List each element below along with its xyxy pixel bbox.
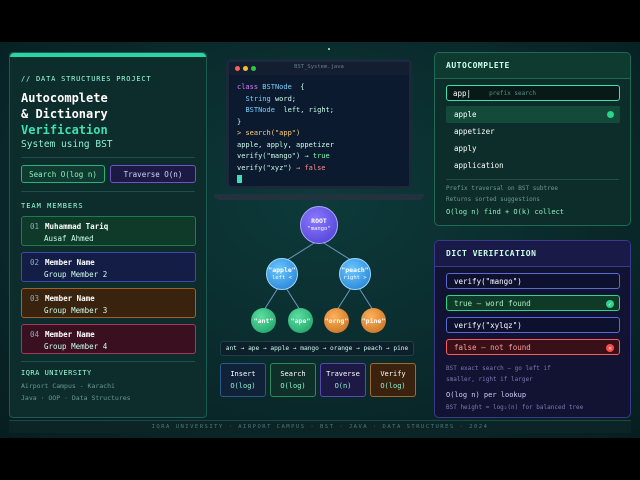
- dict-note: smaller, right if larger: [446, 376, 533, 383]
- autocomplete-heading: AUTOCOMPLETE: [435, 53, 630, 79]
- panel-accent-bar: [10, 53, 206, 57]
- member-name: Member Name: [45, 294, 95, 303]
- member-number: 03: [30, 294, 40, 303]
- code-editor-window: BST_System.java class BSTNode { String w…: [226, 59, 412, 189]
- search-complexity-chip: Search O(log n): [21, 165, 105, 183]
- suggestion-item[interactable]: apple: [446, 106, 620, 123]
- project-subtitle: System using BST: [21, 139, 113, 150]
- slide-canvas: // DATA STRUCTURES PROJECT Autocomplete …: [0, 42, 640, 438]
- verify-result-false: false — not found ✕: [446, 339, 620, 355]
- code-body: class BSTNode { String word; BSTNode lef…: [237, 82, 334, 186]
- project-kicker: // DATA STRUCTURES PROJECT: [21, 75, 152, 83]
- autocomplete-complexity: O(log n) find + O(k) collect: [446, 208, 565, 216]
- member-number: 04: [30, 330, 40, 339]
- verify-query: verify("mango"): [446, 273, 620, 289]
- bst-root-node: ROOT "mango": [300, 206, 338, 244]
- autocomplete-panel: AUTOCOMPLETE app| prefix search apple ap…: [434, 52, 631, 226]
- dict-note: BST exact search — go left if: [446, 365, 551, 372]
- editor-filename: BST_System.java: [294, 64, 344, 70]
- suggestion-list: apple appetizer apply application: [446, 106, 620, 174]
- divider: [21, 361, 195, 362]
- project-title: Autocomplete & Dictionary Verification: [21, 90, 108, 138]
- member-name: Member Name: [45, 330, 95, 339]
- autocomplete-note: Returns sorted suggestions: [446, 196, 540, 203]
- cross-icon: ✕: [606, 344, 614, 352]
- team-member-card: 01 Muhammad Tariq Ausaf Ahmed: [21, 216, 196, 246]
- title-line-3: Verification: [21, 123, 108, 137]
- verify-query: verify("xylqz"): [446, 317, 620, 333]
- member-role: Ausaf Ahmed: [44, 234, 94, 243]
- team-member-card: 03 Member Name Group Member 3: [21, 288, 196, 318]
- bst-leaf-node: "pine": [361, 308, 386, 333]
- divider: [446, 179, 619, 180]
- campus-name: Airport Campus - Karachi: [21, 382, 115, 390]
- bst-leaf-node: "orng": [324, 308, 349, 333]
- inorder-traversal: ant → ape → apple → mango → orange → pea…: [220, 341, 414, 356]
- suggestion-item[interactable]: appetizer: [446, 123, 620, 140]
- member-role: Group Member 2: [44, 270, 108, 279]
- member-number: 01: [30, 222, 40, 231]
- member-name: Muhammad Tariq: [45, 222, 109, 231]
- bst-left-node: "apple" left <: [266, 258, 298, 290]
- bst-leaf-node: "ape": [288, 308, 313, 333]
- team-heading: TEAM MEMBERS: [21, 202, 84, 210]
- input-placeholder: prefix search: [489, 89, 537, 97]
- divider: [21, 157, 195, 158]
- dict-complexity: O(log n) per lookup: [446, 391, 527, 399]
- team-member-card: 04 Member Name Group Member 4: [21, 324, 196, 354]
- dict-note: BST height = log₂(n) for balanced tree: [446, 404, 584, 411]
- text-cursor: [237, 175, 242, 183]
- dict-heading: DICT VERIFICATION: [435, 241, 630, 267]
- footer-bar: IQRA UNIVERSITY · AIRPORT CAMPUS · BST ·…: [9, 420, 631, 433]
- traverse-complexity-chip: Traverse O(n): [110, 165, 196, 183]
- selected-indicator-icon: [607, 111, 614, 118]
- bst-right-node: "peach" right >: [339, 258, 371, 290]
- divider: [21, 191, 195, 192]
- autocomplete-note: Prefix traversal on BST subtree: [446, 185, 558, 192]
- dict-verification-panel: DICT VERIFICATION verify("mango") true —…: [434, 240, 631, 418]
- bst-diagram: ROOT "mango" "apple" left < "peach" righ…: [214, 200, 424, 340]
- op-search-card: Search O(log): [270, 363, 316, 397]
- bst-leaf-node: "ant": [251, 308, 276, 333]
- op-insert-card: Insert O(log): [220, 363, 266, 397]
- autocomplete-input[interactable]: app| prefix search: [446, 85, 620, 101]
- member-name: Member Name: [45, 258, 95, 267]
- title-line-1: Autocomplete: [21, 91, 108, 105]
- op-traverse-card: Traverse O(n): [320, 363, 366, 397]
- check-icon: ✓: [606, 300, 614, 308]
- member-role: Group Member 3: [44, 306, 108, 315]
- project-info-panel: // DATA STRUCTURES PROJECT Autocomplete …: [9, 52, 207, 418]
- verify-result-true: true — word found ✓: [446, 295, 620, 311]
- suggestion-item[interactable]: apply: [446, 140, 620, 157]
- team-member-card: 02 Member Name Group Member 2: [21, 252, 196, 282]
- editor-titlebar: BST_System.java: [229, 62, 409, 75]
- decor-dot: [328, 48, 330, 50]
- university-name: IQRA UNIVERSITY: [21, 369, 92, 377]
- tech-tags: Java · OOP · Data Structures: [21, 394, 131, 402]
- op-verify-card: Verify O(log): [370, 363, 416, 397]
- suggestion-item[interactable]: application: [446, 157, 620, 174]
- member-role: Group Member 4: [44, 342, 108, 351]
- member-number: 02: [30, 258, 40, 267]
- title-line-2: & Dictionary: [21, 107, 108, 121]
